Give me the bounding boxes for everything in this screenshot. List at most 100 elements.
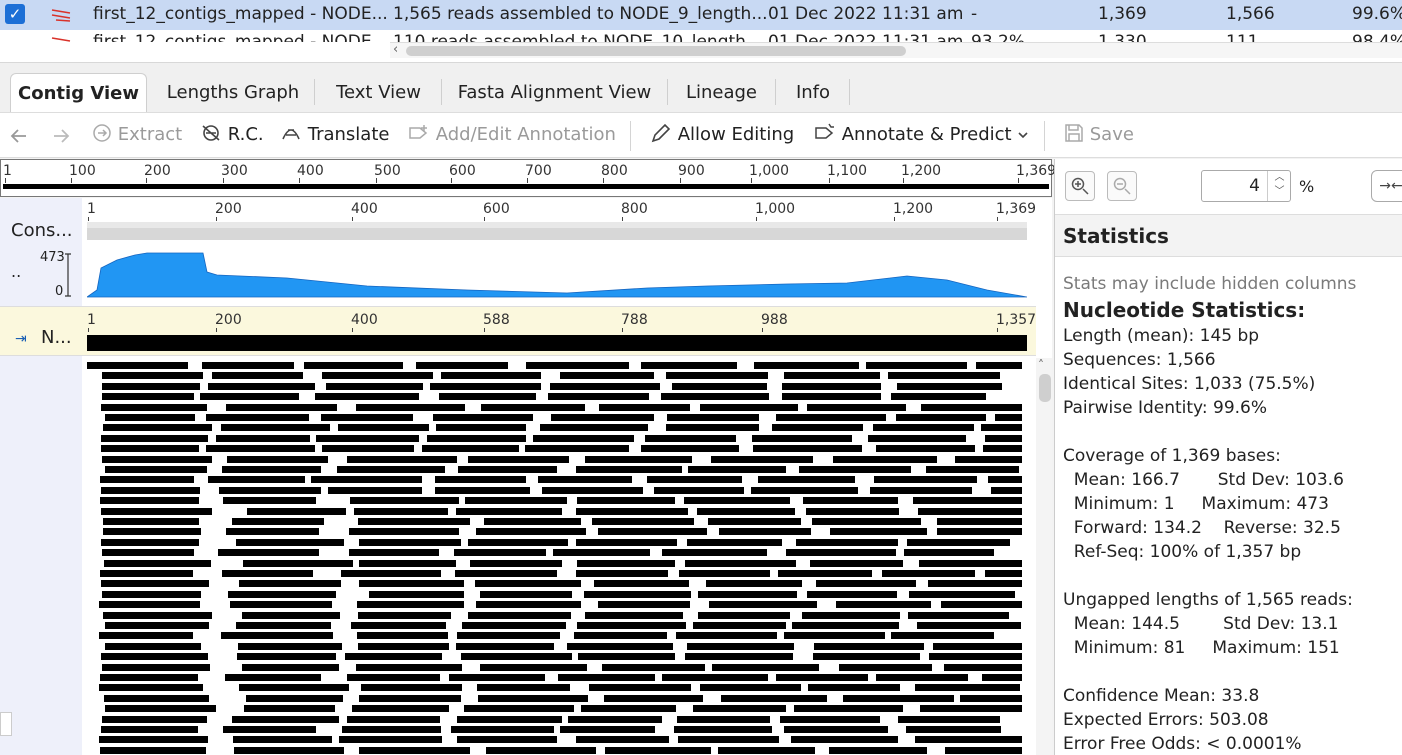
read-bar[interactable] bbox=[237, 653, 336, 661]
read-bar[interactable] bbox=[684, 497, 791, 505]
read-bar[interactable] bbox=[100, 570, 194, 577]
read-bar[interactable] bbox=[684, 559, 796, 567]
read-bar[interactable] bbox=[687, 642, 795, 650]
read-bar[interactable] bbox=[223, 726, 316, 733]
read-bar[interactable] bbox=[225, 403, 337, 411]
read-bar[interactable] bbox=[526, 362, 630, 369]
read-bar[interactable] bbox=[422, 445, 519, 453]
read-bar[interactable] bbox=[793, 705, 903, 713]
read-bar[interactable] bbox=[484, 518, 582, 525]
save-button[interactable]: Save bbox=[1064, 123, 1134, 145]
read-bar[interactable] bbox=[101, 455, 212, 463]
read-bar[interactable] bbox=[685, 653, 794, 661]
read-bar[interactable] bbox=[751, 486, 858, 494]
read-bar[interactable] bbox=[358, 746, 471, 754]
read-bar[interactable] bbox=[980, 424, 1022, 432]
read-bar[interactable] bbox=[674, 726, 773, 733]
read-bar[interactable] bbox=[666, 414, 760, 421]
chevron-down-icon[interactable]: ﹀ bbox=[1268, 185, 1291, 199]
table-horizontal-scrollbar[interactable]: ‹ bbox=[390, 42, 1402, 58]
read-bar[interactable] bbox=[320, 414, 413, 421]
add-edit-annotation-button[interactable]: Add/Edit Annotation bbox=[408, 123, 616, 145]
read-bar[interactable] bbox=[888, 372, 1000, 380]
read-bar[interactable] bbox=[677, 715, 770, 723]
read-bar[interactable] bbox=[700, 403, 798, 411]
read-bar[interactable] bbox=[865, 362, 967, 369]
read-bar[interactable] bbox=[575, 570, 668, 577]
read-bar[interactable] bbox=[711, 663, 820, 671]
read-bar[interactable] bbox=[641, 362, 738, 369]
read-bar[interactable] bbox=[222, 466, 321, 473]
read-bar[interactable] bbox=[328, 486, 423, 494]
read-bar[interactable] bbox=[976, 362, 1022, 369]
read-bar[interactable] bbox=[322, 445, 414, 453]
read-bar[interactable] bbox=[211, 372, 303, 380]
read-bar[interactable] bbox=[245, 694, 344, 702]
read-bar[interactable] bbox=[566, 642, 674, 650]
read-bar[interactable] bbox=[585, 455, 693, 463]
read-bar[interactable] bbox=[584, 590, 692, 598]
tab-lineage[interactable]: Lineage bbox=[675, 73, 768, 113]
read-bar[interactable] bbox=[711, 455, 814, 463]
read-bar[interactable] bbox=[104, 559, 211, 567]
read-bar[interactable] bbox=[700, 684, 801, 692]
read-bar[interactable] bbox=[453, 549, 547, 557]
read-bar[interactable] bbox=[585, 611, 683, 619]
read-bar[interactable] bbox=[227, 455, 328, 463]
read-bar[interactable] bbox=[236, 538, 345, 546]
read-bar[interactable] bbox=[340, 570, 442, 577]
read-bar[interactable] bbox=[645, 434, 736, 442]
reference-sequence-row[interactable]: 1 200 400 588 788 988 1,357 ⇥ N... bbox=[0, 306, 1036, 356]
read-bar[interactable] bbox=[345, 653, 442, 661]
read-bar[interactable] bbox=[603, 694, 703, 702]
read-bar[interactable] bbox=[358, 559, 456, 567]
read-bar[interactable] bbox=[303, 362, 404, 369]
read-bar[interactable] bbox=[369, 590, 464, 598]
read-bar[interactable] bbox=[665, 424, 760, 432]
read-bar[interactable] bbox=[348, 528, 460, 536]
reverse-complement-button[interactable]: R.C. bbox=[200, 123, 264, 145]
read-bar[interactable] bbox=[954, 455, 1022, 463]
scrollbar-thumb[interactable] bbox=[1039, 374, 1051, 402]
read-bar[interactable] bbox=[574, 632, 667, 640]
read-bar[interactable] bbox=[706, 580, 802, 588]
read-bar[interactable] bbox=[895, 414, 987, 421]
read-bar[interactable] bbox=[688, 466, 787, 473]
read-bar[interactable] bbox=[801, 611, 901, 619]
read-bar[interactable] bbox=[242, 611, 341, 619]
read-bar[interactable] bbox=[100, 580, 209, 588]
read-bar[interactable] bbox=[337, 466, 445, 473]
read-bar[interactable] bbox=[454, 570, 557, 577]
read-bar[interactable] bbox=[101, 486, 201, 494]
read-bar[interactable] bbox=[104, 466, 208, 473]
read-bar[interactable] bbox=[602, 663, 706, 671]
read-bar[interactable] bbox=[792, 622, 899, 629]
read-bar[interactable] bbox=[559, 726, 655, 733]
read-bar[interactable] bbox=[342, 726, 442, 733]
read-bar[interactable] bbox=[87, 362, 188, 369]
read-bar[interactable] bbox=[232, 715, 339, 723]
read-bar[interactable] bbox=[551, 414, 654, 421]
read-bar[interactable] bbox=[928, 580, 1022, 588]
read-bar[interactable] bbox=[541, 486, 644, 494]
read-bar[interactable] bbox=[102, 715, 208, 723]
read-bar[interactable] bbox=[937, 518, 1022, 525]
read-bar[interactable] bbox=[553, 549, 651, 557]
read-bar[interactable] bbox=[102, 382, 200, 390]
read-bar[interactable] bbox=[781, 382, 881, 390]
read-bar[interactable] bbox=[783, 632, 885, 640]
read-bar[interactable] bbox=[359, 580, 464, 588]
read-bar[interactable] bbox=[868, 434, 966, 442]
read-bar[interactable] bbox=[576, 559, 675, 567]
read-bar[interactable] bbox=[829, 528, 928, 536]
read-bar[interactable] bbox=[457, 466, 558, 473]
read-bar[interactable] bbox=[352, 705, 449, 713]
read-bar[interactable] bbox=[339, 736, 443, 744]
table-row[interactable]: ✓ first_12_contigs_mapped - NODE... 1,56… bbox=[0, 0, 1402, 30]
read-bar[interactable] bbox=[917, 622, 1022, 629]
read-bar[interactable] bbox=[457, 715, 562, 723]
read-bar[interactable] bbox=[205, 414, 309, 421]
read-bar[interactable] bbox=[456, 507, 563, 515]
read-bar[interactable] bbox=[100, 445, 199, 453]
read-bar[interactable] bbox=[557, 674, 655, 681]
